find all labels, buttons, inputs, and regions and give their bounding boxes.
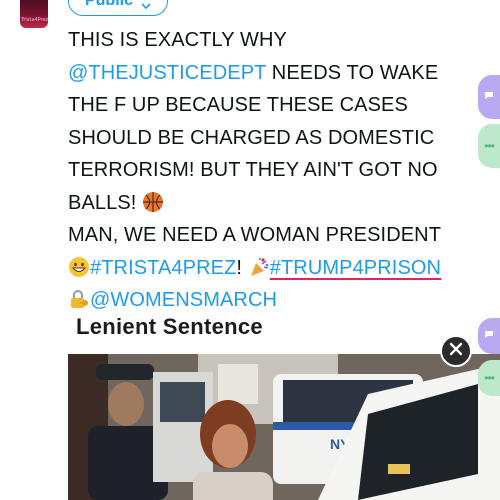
close-icon	[449, 342, 463, 361]
post-text-segment: !	[236, 256, 248, 279]
post-text-segment: THE F UP BECAUSE THESE CASES	[68, 94, 408, 116]
post-line: @WOMENSMARCH	[68, 284, 488, 317]
chevron-down-icon	[141, 0, 151, 10]
post-text-segment: THIS IS EXACTLY WHY	[68, 29, 287, 51]
post-text-segment: BALLS!	[68, 191, 143, 214]
side-tab-green-1[interactable]: •••	[478, 124, 500, 168]
avatar-caption: Trista4Prez	[21, 17, 48, 23]
post-text-segment: TERRORISM! BUT THEY AIN'T GOT NO	[68, 159, 438, 181]
side-tab-purple-2[interactable]	[478, 318, 500, 354]
post-line: #TRISTA4PREZ! #TRUMP4PRISON	[68, 252, 488, 285]
side-tab-purple-1[interactable]	[478, 75, 500, 119]
audience-label: Public	[84, 0, 133, 9]
post-text-segment: NEEDS TO WAKE	[266, 61, 439, 84]
chat-icon	[483, 88, 495, 106]
locked-with-key-emoji	[68, 288, 90, 310]
post-text-segment: MAN, WE NEED A WOMAN PRESIDENT	[68, 224, 442, 246]
hashtag-link[interactable]: #TRISTA4PREZ	[90, 257, 236, 279]
chat-icon	[483, 327, 495, 345]
mention-link[interactable]: @THEJUSTICEDEPT	[68, 62, 266, 84]
post-line: THE F UP BECAUSE THESE CASES	[68, 89, 488, 122]
avatar[interactable]: Trista4Prez	[20, 0, 48, 28]
mention-link[interactable]: @WOMENSMARCH	[90, 289, 277, 311]
hashtag-link[interactable]: #TRUMP4PRISON	[270, 257, 441, 279]
post-line: MAN, WE NEED A WOMAN PRESIDENT	[68, 219, 488, 252]
attached-image[interactable]: NYPD	[68, 354, 500, 500]
party-popper-emoji	[248, 256, 270, 278]
basketball-emoji	[142, 191, 164, 213]
post-text-segment: SHOULD BE CHARGED AS DOMESTIC	[68, 126, 435, 149]
more-icon: •••	[484, 371, 495, 385]
post-line: SHOULD BE CHARGED AS DOMESTIC	[68, 122, 488, 155]
post-text[interactable]: THIS IS EXACTLY WHY @THEJUSTICEDEPT NEEDS…	[68, 24, 488, 317]
post-line: TERRORISM! BUT THEY AIN'T GOT NO	[68, 154, 488, 187]
side-tab-green-2[interactable]: •••	[478, 360, 500, 396]
image-caption: Lenient Sentence	[76, 314, 263, 339]
more-icon: •••	[484, 139, 495, 153]
post-line: BALLS!	[68, 187, 488, 220]
grinning-face-emoji	[68, 256, 90, 278]
post-line: THIS IS EXACTLY WHY	[68, 24, 488, 57]
post-line: @THEJUSTICEDEPT NEEDS TO WAKE	[68, 57, 488, 90]
remove-media-button[interactable]	[440, 335, 472, 367]
audience-selector-button[interactable]: Public	[68, 0, 168, 16]
